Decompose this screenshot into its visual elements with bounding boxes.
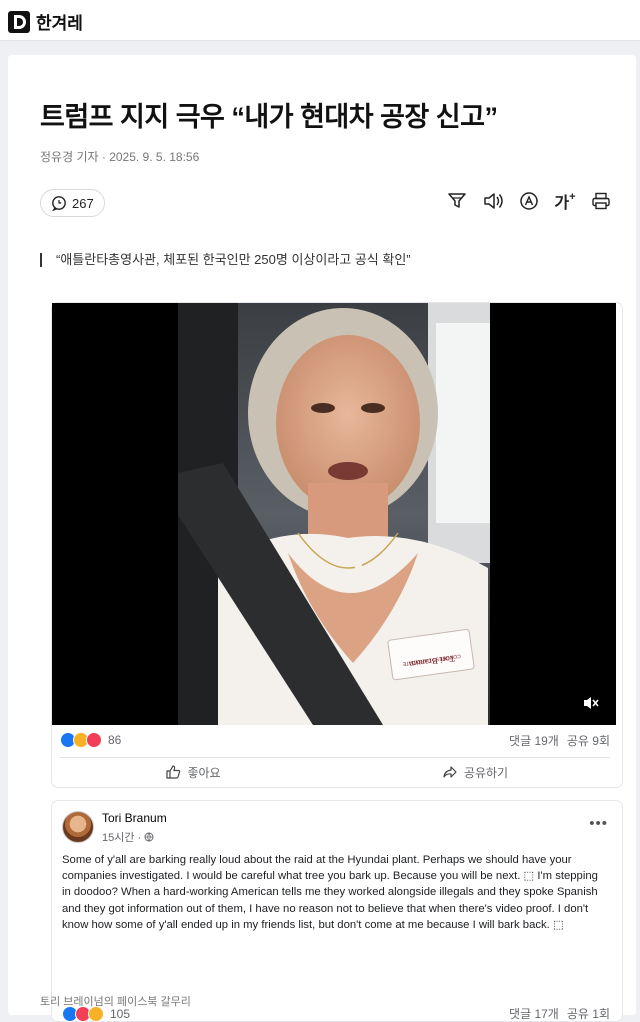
hankyoreh-logo[interactable]: 한겨레 [8, 9, 83, 34]
comment-count-link[interactable]: 댓글 17개 [509, 1005, 559, 1022]
post-author[interactable]: Tori Branum [102, 811, 167, 825]
article-card: 트럼프 지지 극우 “내가 현대차 공장 신고” 정유경 기자 · 2025. … [8, 55, 636, 1022]
share-button[interactable]: 공유하기 [334, 759, 616, 785]
love-reaction-icon [86, 732, 102, 748]
logo-mark-icon [8, 10, 30, 33]
like-label: 좋아요 [187, 765, 221, 780]
facebook-video-post: Tori Branum CONGRESS CANDIDATE 86 댓글 19개… [52, 303, 622, 787]
post-time: 15시간 · [102, 829, 154, 845]
share-arrow-icon [443, 766, 457, 778]
post-body: Some of y'all are barking really loud ab… [62, 852, 607, 933]
audio-icon[interactable] [482, 190, 504, 212]
comment-count-link[interactable]: 댓글 19개 [509, 732, 559, 749]
article-toolbar: 가 + [446, 190, 612, 212]
comment-count-button[interactable]: 267 [40, 189, 105, 217]
post-time-text: 15시간 · [102, 832, 142, 844]
reaction-count: 86 [108, 733, 122, 747]
mute-icon[interactable] [582, 695, 600, 711]
divider [60, 757, 610, 758]
comment-bubble-icon [52, 196, 66, 211]
article-byline: 정유경 기자 · 2025. 9. 5. 18:56 [40, 150, 200, 164]
photo-caption: 토리 브레이넘의 페이스북 갈무리 [40, 996, 191, 1008]
more-options-icon[interactable]: ••• [589, 815, 608, 832]
brand-name: 한겨레 [36, 14, 83, 33]
like-button[interactable]: 좋아요 [52, 759, 334, 785]
video-frame: Tori Branum CONGRESS CANDIDATE [178, 303, 490, 725]
thumbs-up-icon [166, 765, 181, 779]
share-count-link[interactable]: 공유 1회 [567, 1005, 610, 1022]
print-icon[interactable] [590, 190, 612, 212]
share-count-link[interactable]: 공유 9회 [567, 732, 610, 749]
top-bar: 한겨레 [0, 0, 640, 41]
filter-icon[interactable] [446, 190, 468, 212]
video-post-stats: 86 댓글 19개 공유 9회 [60, 731, 610, 749]
video-player[interactable]: Tori Branum CONGRESS CANDIDATE [52, 303, 616, 725]
translate-icon[interactable] [518, 190, 540, 212]
video-still: Tori Branum CONGRESS CANDIDATE [178, 303, 490, 725]
globe-icon [144, 832, 154, 842]
post-actions: 좋아요 공유하기 [52, 759, 616, 785]
facebook-text-post: Tori Branum 15시간 · ••• Some of y'all are… [52, 801, 622, 1022]
avatar[interactable] [62, 811, 94, 843]
reaction-icons[interactable] [60, 732, 102, 748]
share-label: 공유하기 [463, 765, 509, 780]
article-headline: 트럼프 지지 극우 “내가 현대차 공장 신고” [40, 102, 498, 132]
article-subtitle-quote: “애틀란타총영사관, 체포된 한국인만 250명 이상이라고 공식 확인” [40, 253, 411, 267]
comment-count: 267 [72, 195, 94, 211]
font-size-icon[interactable]: 가 + [554, 190, 576, 212]
post-body-text: Some of y'all are barking really loud ab… [62, 854, 598, 931]
